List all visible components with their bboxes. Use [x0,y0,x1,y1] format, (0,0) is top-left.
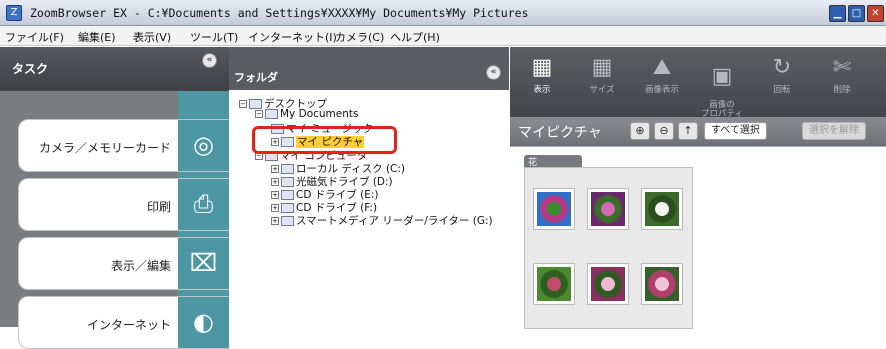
printer-icon: ⎙ [178,179,229,230]
tree-item-my-documents[interactable]: − My Documents [255,108,358,120]
menu-bar: ファイル(F) 編集(E) 表示(V) ツール(T) インターネット(I) カメ… [0,26,886,46]
toolbar-label: 削除 [833,85,851,95]
thumbnail[interactable] [587,263,629,305]
thumbnail-image [645,267,679,301]
menu-camera[interactable]: カメラ(C) [335,29,384,45]
tree-item-label: My Documents [280,108,359,120]
folder-pane-title: フォルダ [234,71,278,84]
folder-pane-header: フォルダ « [229,47,509,90]
task-button-label: カメラ／メモリーカード [38,141,171,155]
thumbnail-size-icon: ▦ [591,55,613,80]
window-title: ZoomBrowser EX - C:¥Documents and Settin… [30,6,529,20]
zoom-in-button[interactable]: ⊕ [630,122,650,140]
select-all-button[interactable]: すべて選択 [704,122,767,140]
task-pane-collapse-button[interactable]: « [202,53,217,68]
toolbar-delete-button[interactable]: ✄ 削除 [814,53,870,109]
app-icon[interactable]: Z [6,5,22,21]
toolbar-rotate-button[interactable]: ↻ 回転 [754,53,810,109]
toolbar-label: 画像表示 [644,85,679,95]
thumbnail-image [537,267,571,301]
browser-pane: ▦ 表示 ▦ サイズ ⛰ 画像表示 ▣ 画像の プロパティ ↻ 回転 ✄ 削除 … [510,47,886,329]
zoom-out-button[interactable]: ⊖ [654,122,674,140]
task-button-label: 印刷 [146,200,171,214]
tree-item-label: スマートメディア リーダー/ライター (G:) [296,215,493,227]
folder-pane-collapse-button[interactable]: « [486,65,501,80]
collapse-toggle-icon[interactable]: − [239,100,247,108]
toolbar-view-button[interactable]: ▦ 表示 [514,53,570,109]
thumbnail-image [645,192,679,226]
toolbar-label: サイズ [589,85,615,95]
close-button[interactable]: ✕ [867,5,884,22]
toolbar: ▦ 表示 ▦ サイズ ⛰ 画像表示 ▣ 画像の プロパティ ↻ 回転 ✄ 削除 [510,47,886,119]
toolbar-image-view-button[interactable]: ⛰ 画像表示 [634,53,690,109]
menu-edit[interactable]: 編集(E) [78,29,116,45]
thumbnail[interactable] [641,263,683,305]
task-print-button[interactable]: 印刷 ⎙ [18,178,229,231]
menu-help[interactable]: ヘルプ(H) [390,29,440,45]
thumbnail-area: 花 [510,146,886,329]
globe-icon: ◐ [178,297,229,348]
tree-item-smartmedia-reader[interactable]: + スマートメディア リーダー/ライター (G:) [271,213,493,228]
toolbar-label: 表示 [533,85,551,95]
folder-pane: フォルダ « − デスクトップ − My Documents マイ ミュージック +… [229,47,509,327]
thumbnail[interactable] [533,188,575,230]
toolbar-label: 回転 [773,85,791,95]
menu-tools[interactable]: ツール(T) [190,29,238,45]
up-folder-button[interactable]: ↑ [678,122,698,140]
rotate-icon: ↻ [772,55,792,80]
cd-drive-icon [281,203,294,213]
view-mode-icon: ▦ [531,55,553,80]
expand-toggle-icon[interactable]: + [271,191,279,199]
highlight-ring [252,126,397,154]
expand-toggle-icon[interactable]: + [271,178,279,186]
camera-icon: ◎ [178,120,229,171]
group-box [524,167,693,329]
expand-toggle-icon[interactable]: + [271,204,279,212]
expand-toggle-icon[interactable]: + [271,165,279,173]
view-bar: マイピクチャ ⊕ ⊖ ↑ すべて選択 選択を解除 [510,117,886,146]
card-reader-icon [281,216,294,226]
menu-view[interactable]: 表示(V) [133,29,171,45]
mo-drive-icon [281,177,294,187]
thumbnail[interactable] [641,188,683,230]
title-bar: Z ZoomBrowser EX - C:¥Documents and Sett… [0,0,886,26]
minimize-button[interactable]: ▁ [829,5,846,22]
task-view-edit-button[interactable]: 表示／編集 ⌧ [18,237,229,290]
task-button-label: 表示／編集 [110,259,171,273]
menu-internet[interactable]: インターネット(I) [248,29,337,45]
image-view-icon: ⛰ [652,55,672,80]
toolbar-size-button[interactable]: ▦ サイズ [574,53,630,109]
cd-drive-icon [281,190,294,200]
expand-toggle-icon[interactable]: + [271,217,279,225]
thumbnail-image [537,192,571,226]
folder-icon [265,109,278,119]
image-edit-icon: ⌧ [178,238,229,289]
thumbnail-image [591,267,625,301]
menu-file[interactable]: ファイル(F) [5,29,64,45]
image-properties-icon: ▣ [711,64,733,89]
thumbnail-image [591,192,625,226]
toolbar-image-properties-button[interactable]: ▣ 画像の プロパティ [694,53,750,119]
hard-disk-icon [281,164,294,174]
deselect-button[interactable]: 選択を解除 [802,122,866,140]
thumbnail[interactable] [533,263,575,305]
collapse-toggle-icon[interactable]: − [255,110,263,118]
maximize-button[interactable]: □ [848,5,865,22]
current-folder-name: マイピクチャ [518,125,602,141]
task-internet-button[interactable]: インターネット ◐ [18,296,229,349]
delete-icon: ✄ [832,55,852,80]
task-pane: タスク « カメラ／メモリーカード ◎ 印刷 ⎙ 表示／編集 ⌧ インターネット… [0,47,229,349]
task-button-label: インターネット [86,318,171,332]
task-pane-title: タスク [12,62,49,76]
thumbnail[interactable] [587,188,629,230]
task-camera-memorycard-button[interactable]: カメラ／メモリーカード ◎ [18,119,229,172]
task-pane-header: タスク « [0,47,229,91]
